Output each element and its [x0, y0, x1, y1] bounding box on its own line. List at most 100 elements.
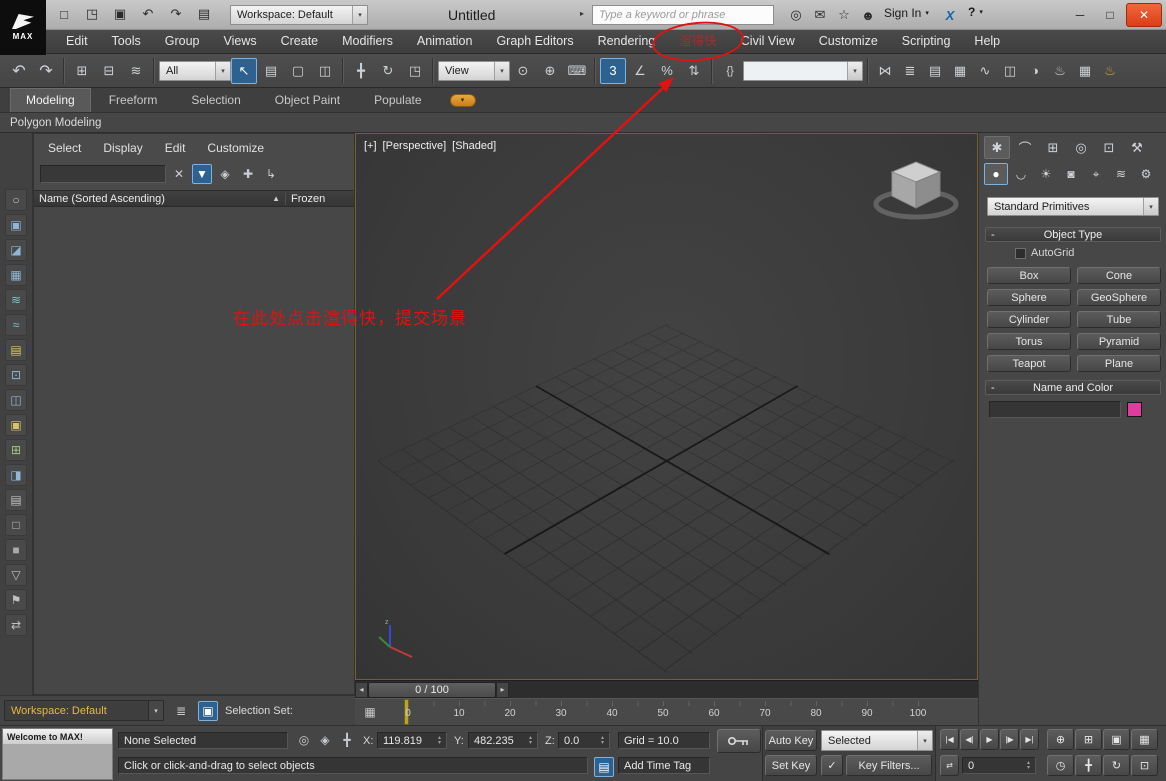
- edit-named-sets-icon[interactable]: {}: [717, 58, 743, 84]
- track-bar-ruler[interactable]: ▦ 0102030405060708090100: [355, 698, 978, 725]
- selection-filter-dropdown[interactable]: All: [159, 61, 231, 81]
- set-keys-button[interactable]: [717, 729, 761, 753]
- spacewarps-subtab[interactable]: ≋: [1109, 163, 1133, 185]
- angle-snap-icon[interactable]: ∠: [627, 58, 653, 84]
- spinner-icon[interactable]: [438, 736, 441, 746]
- previous-frame-arrow[interactable]: ◂: [355, 682, 368, 698]
- material-editor-icon[interactable]: ◑: [1023, 58, 1047, 84]
- selection-lock-icon[interactable]: ◈: [316, 731, 334, 749]
- reference-coordsys-dropdown[interactable]: View: [438, 61, 510, 81]
- time-slider-track[interactable]: ◂ 0 / 100 ▸: [355, 680, 978, 698]
- select-and-move-icon[interactable]: ╋: [348, 58, 374, 84]
- user-icon[interactable]: ☻: [858, 4, 878, 26]
- motion-tab[interactable]: ◎: [1068, 136, 1094, 159]
- selection-set-dropdown[interactable]: Selected: [821, 730, 933, 751]
- spinner-icon[interactable]: [601, 736, 604, 746]
- rectangular-region-icon[interactable]: ▢: [285, 58, 311, 84]
- name-column-header[interactable]: Name (Sorted Ascending) ▲: [34, 193, 286, 205]
- scene-explorer-list[interactable]: [34, 207, 354, 694]
- se-find-icon[interactable]: ○: [5, 189, 27, 211]
- next-frame-icon[interactable]: |▶: [1000, 729, 1019, 750]
- workspace-dropdown[interactable]: Workspace: Default: [230, 5, 368, 25]
- select-and-rotate-icon[interactable]: ↻: [375, 58, 401, 84]
- pick-parent-icon[interactable]: ✚: [238, 164, 258, 184]
- mirror-icon[interactable]: ⋈: [873, 58, 897, 84]
- isolate-toggle-icon[interactable]: ▣: [198, 701, 218, 721]
- unlink-selection-icon[interactable]: ⊟: [96, 58, 122, 84]
- ribbon-tab-selection[interactable]: Selection: [175, 88, 256, 112]
- menu-item-views[interactable]: Views: [211, 30, 268, 53]
- tube-button[interactable]: Tube: [1077, 311, 1161, 328]
- frozen-column-header[interactable]: Frozen: [286, 193, 354, 205]
- menu-item-group[interactable]: Group: [153, 30, 212, 53]
- keyword-search-input[interactable]: [592, 5, 774, 25]
- menu-item-tools[interactable]: Tools: [100, 30, 153, 53]
- render-setup-icon[interactable]: ♨: [1048, 58, 1072, 84]
- create-tab[interactable]: ✱: [984, 136, 1010, 159]
- se-display-materials-icon[interactable]: ◨: [5, 464, 27, 486]
- auto-key-button[interactable]: Auto Key: [765, 730, 817, 751]
- se-display-geometry-icon[interactable]: ▣: [5, 214, 27, 236]
- select-by-name-icon[interactable]: ▤: [258, 58, 284, 84]
- menu-item-modifiers[interactable]: Modifiers: [330, 30, 405, 53]
- object-type-rollout-header[interactable]: - Object Type: [985, 227, 1161, 242]
- track-bar-toggle-icon[interactable]: ▦: [361, 703, 379, 721]
- se-display-shapes-icon[interactable]: ◪: [5, 239, 27, 261]
- zoom-extents-icon[interactable]: ▣: [1103, 729, 1130, 750]
- plane-button[interactable]: Plane: [1077, 355, 1161, 372]
- new-scene-icon[interactable]: □: [52, 3, 76, 25]
- se-display-helpers-icon[interactable]: ≈: [5, 314, 27, 336]
- orbit-icon[interactable]: ↻: [1103, 755, 1130, 776]
- workspace-selector-dropdown[interactable]: Workspace: Default: [4, 700, 164, 721]
- ribbon-tab-modeling[interactable]: Modeling: [10, 88, 91, 112]
- se-display-containers-icon[interactable]: ⊞: [5, 439, 27, 461]
- go-to-start-icon[interactable]: |◀: [940, 729, 959, 750]
- se-sync-icon[interactable]: ■: [5, 539, 27, 561]
- manage-layers-icon[interactable]: ≣: [171, 701, 191, 721]
- pyramid-button[interactable]: Pyramid: [1077, 333, 1161, 350]
- ribbon-show-panels-toggle[interactable]: ▾: [450, 94, 476, 107]
- undo-icon[interactable]: ↶: [136, 3, 160, 25]
- display-tab[interactable]: ⊡: [1096, 136, 1122, 159]
- primitive-category-dropdown[interactable]: Standard Primitives: [987, 197, 1159, 216]
- search-find-icon[interactable]: ◎: [786, 4, 806, 26]
- viewport-general-menu[interactable]: [+]: [364, 140, 377, 152]
- polygon-modeling-panel-label[interactable]: Polygon Modeling: [10, 117, 101, 129]
- z-coord-field[interactable]: 0.0: [558, 732, 610, 749]
- x-coord-field[interactable]: 119.819: [377, 732, 447, 749]
- selection-filter-icon[interactable]: ▼: [192, 164, 212, 184]
- current-frame-field[interactable]: 0: [962, 757, 1036, 774]
- keyboard-override-icon[interactable]: ⌨: [564, 58, 590, 84]
- menu-item-render-plugin[interactable]: 渲得快: [667, 30, 729, 53]
- select-object-icon[interactable]: ↖: [231, 58, 257, 84]
- sign-in-button[interactable]: Sign In ▾: [884, 6, 929, 20]
- next-frame-arrow[interactable]: ▸: [496, 682, 509, 698]
- lock-explorer-icon[interactable]: ◈: [215, 164, 235, 184]
- y-coord-field[interactable]: 482.235: [468, 732, 538, 749]
- time-configuration-icon[interactable]: ◷: [1047, 755, 1074, 776]
- viewport-pov-menu[interactable]: [Perspective]: [383, 140, 447, 152]
- se-menu-display[interactable]: Display: [95, 139, 150, 157]
- undo-icon[interactable]: ↶: [6, 58, 32, 84]
- sphere-button[interactable]: Sphere: [987, 289, 1071, 306]
- restore-button[interactable]: □: [1096, 4, 1124, 26]
- set-key-button[interactable]: Set Key: [765, 755, 817, 776]
- maxscript-listener-icon[interactable]: ▤: [594, 757, 614, 777]
- minimize-button[interactable]: ─: [1066, 4, 1094, 26]
- ribbon-tab-freeform[interactable]: Freeform: [93, 88, 174, 112]
- se-display-lights-icon[interactable]: ▦: [5, 264, 27, 286]
- se-flag-icon[interactable]: ⚑: [5, 589, 27, 611]
- perspective-viewport[interactable]: [+] [Perspective] [Shaded] z: [355, 133, 978, 680]
- redo-icon[interactable]: ↷: [33, 58, 59, 84]
- se-display-xrefs-icon[interactable]: ◫: [5, 389, 27, 411]
- ribbon-toggle-icon[interactable]: ▦: [948, 58, 972, 84]
- ribbon-tab-object-paint[interactable]: Object Paint: [259, 88, 356, 112]
- add-child-icon[interactable]: ↳: [261, 164, 281, 184]
- spinner-icon[interactable]: [529, 736, 532, 746]
- percent-snap-icon[interactable]: %: [654, 58, 680, 84]
- se-menu-edit[interactable]: Edit: [157, 139, 194, 157]
- named-selection-sets-dropdown[interactable]: [743, 61, 863, 81]
- helpers-subtab[interactable]: ⌖: [1084, 163, 1108, 185]
- se-view-list-icon[interactable]: ▤: [5, 489, 27, 511]
- exchange-apps-icon[interactable]: X: [938, 4, 962, 26]
